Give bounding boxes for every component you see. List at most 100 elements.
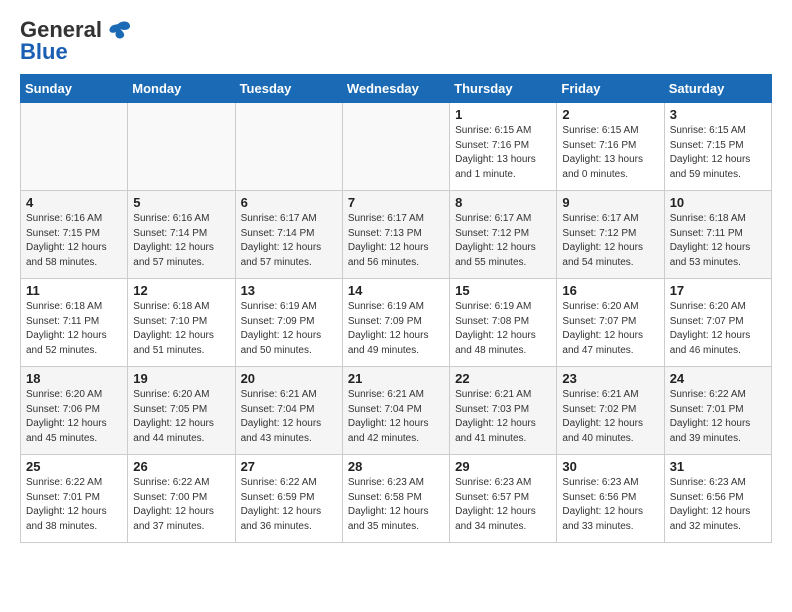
day-number: 27 (241, 459, 337, 474)
calendar-cell: 30 Sunrise: 6:23 AM Sunset: 6:56 PM Dayli… (557, 455, 664, 543)
calendar-cell: 23Sunrise: 6:21 AM Sunset: 7:02 PM Dayli… (557, 367, 664, 455)
day-info: Sunrise: 6:23 AM Sunset: 6:57 PM Dayligh… (455, 476, 551, 534)
day-number: 7 (348, 195, 444, 210)
day-info: Sunrise: 6:17 AM Sunset: 7:12 PM Dayligh… (455, 212, 551, 270)
calendar-cell: 27 Sunrise: 6:22 AM Sunset: 6:59 PM Dayli… (235, 455, 342, 543)
day-info: Sunrise: 6:17 AM Sunset: 7:12 PM Dayligh… (562, 212, 658, 270)
calendar-cell: 21 Sunrise: 6:21 AM Sunset: 7:04 PM Dayli… (342, 367, 449, 455)
day-number: 2 (562, 107, 658, 122)
calendar-cell: 5 Sunrise: 6:16 AM Sunset: 7:14 PM Daylig… (128, 191, 235, 279)
calendar-cell: 31Sunrise: 6:23 AM Sunset: 6:56 PM Dayli… (664, 455, 771, 543)
calendar-cell: 22 Sunrise: 6:21 AM Sunset: 7:03 PM Dayli… (450, 367, 557, 455)
calendar-cell: 29 Sunrise: 6:23 AM Sunset: 6:57 PM Dayli… (450, 455, 557, 543)
calendar-cell: 10 Sunrise: 6:18 AM Sunset: 7:11 PM Dayli… (664, 191, 771, 279)
calendar-cell: 24 Sunrise: 6:22 AM Sunset: 7:01 PM Dayli… (664, 367, 771, 455)
logo-bird-icon (104, 16, 132, 44)
calendar-cell: 6 Sunrise: 6:17 AM Sunset: 7:14 PM Daylig… (235, 191, 342, 279)
calendar-cell: 12 Sunrise: 6:18 AM Sunset: 7:10 PM Dayli… (128, 279, 235, 367)
calendar-cell: 26 Sunrise: 6:22 AM Sunset: 7:00 PM Dayli… (128, 455, 235, 543)
day-number: 22 (455, 371, 551, 386)
calendar-cell (128, 103, 235, 191)
col-header-saturday: Saturday (664, 75, 771, 103)
day-info: Sunrise: 6:22 AM Sunset: 7:01 PM Dayligh… (26, 476, 122, 534)
day-number: 1 (455, 107, 551, 122)
calendar-week-row: 18 Sunrise: 6:20 AM Sunset: 7:06 PM Dayli… (21, 367, 772, 455)
calendar-cell: 11 Sunrise: 6:18 AM Sunset: 7:11 PM Dayli… (21, 279, 128, 367)
day-info: Sunrise: 6:20 AM Sunset: 7:05 PM Dayligh… (133, 388, 229, 446)
col-header-monday: Monday (128, 75, 235, 103)
day-number: 4 (26, 195, 122, 210)
day-info: Sunrise: 6:23 AM Sunset: 6:58 PM Dayligh… (348, 476, 444, 534)
col-header-tuesday: Tuesday (235, 75, 342, 103)
calendar-cell: 13Sunrise: 6:19 AM Sunset: 7:09 PM Dayli… (235, 279, 342, 367)
calendar-body: 1 Sunrise: 6:15 AM Sunset: 7:16 PM Daylig… (21, 103, 772, 543)
calendar-cell: 14 Sunrise: 6:19 AM Sunset: 7:09 PM Dayli… (342, 279, 449, 367)
day-info: Sunrise: 6:16 AM Sunset: 7:15 PM Dayligh… (26, 212, 122, 270)
day-number: 24 (670, 371, 766, 386)
calendar-cell: 28 Sunrise: 6:23 AM Sunset: 6:58 PM Dayli… (342, 455, 449, 543)
day-info: Sunrise: 6:21 AM Sunset: 7:03 PM Dayligh… (455, 388, 551, 446)
calendar-week-row: 4 Sunrise: 6:16 AM Sunset: 7:15 PM Daylig… (21, 191, 772, 279)
calendar-header-row: SundayMondayTuesdayWednesdayThursdayFrid… (21, 75, 772, 103)
calendar-cell: 15Sunrise: 6:19 AM Sunset: 7:08 PM Dayli… (450, 279, 557, 367)
calendar-cell (21, 103, 128, 191)
logo: General Blue (20, 16, 132, 64)
calendar-cell: 8Sunrise: 6:17 AM Sunset: 7:12 PM Daylig… (450, 191, 557, 279)
day-info: Sunrise: 6:19 AM Sunset: 7:08 PM Dayligh… (455, 300, 551, 358)
page-header: General Blue (20, 16, 772, 64)
calendar-cell: 17 Sunrise: 6:20 AM Sunset: 7:07 PM Dayli… (664, 279, 771, 367)
day-number: 9 (562, 195, 658, 210)
calendar-week-row: 25 Sunrise: 6:22 AM Sunset: 7:01 PM Dayli… (21, 455, 772, 543)
day-info: Sunrise: 6:17 AM Sunset: 7:14 PM Dayligh… (241, 212, 337, 270)
day-info: Sunrise: 6:16 AM Sunset: 7:14 PM Dayligh… (133, 212, 229, 270)
day-number: 6 (241, 195, 337, 210)
day-number: 10 (670, 195, 766, 210)
day-number: 3 (670, 107, 766, 122)
calendar-cell: 16Sunrise: 6:20 AM Sunset: 7:07 PM Dayli… (557, 279, 664, 367)
calendar-cell (235, 103, 342, 191)
day-info: Sunrise: 6:20 AM Sunset: 7:06 PM Dayligh… (26, 388, 122, 446)
day-number: 18 (26, 371, 122, 386)
day-info: Sunrise: 6:21 AM Sunset: 7:04 PM Dayligh… (348, 388, 444, 446)
day-info: Sunrise: 6:19 AM Sunset: 7:09 PM Dayligh… (241, 300, 337, 358)
day-number: 17 (670, 283, 766, 298)
day-number: 5 (133, 195, 229, 210)
day-info: Sunrise: 6:20 AM Sunset: 7:07 PM Dayligh… (670, 300, 766, 358)
day-info: Sunrise: 6:18 AM Sunset: 7:11 PM Dayligh… (26, 300, 122, 358)
day-info: Sunrise: 6:15 AM Sunset: 7:16 PM Dayligh… (455, 124, 551, 182)
day-info: Sunrise: 6:22 AM Sunset: 6:59 PM Dayligh… (241, 476, 337, 534)
day-number: 29 (455, 459, 551, 474)
day-info: Sunrise: 6:15 AM Sunset: 7:16 PM Dayligh… (562, 124, 658, 182)
day-number: 11 (26, 283, 122, 298)
day-info: Sunrise: 6:19 AM Sunset: 7:09 PM Dayligh… (348, 300, 444, 358)
day-number: 16 (562, 283, 658, 298)
day-info: Sunrise: 6:23 AM Sunset: 6:56 PM Dayligh… (562, 476, 658, 534)
day-info: Sunrise: 6:22 AM Sunset: 7:01 PM Dayligh… (670, 388, 766, 446)
day-info: Sunrise: 6:17 AM Sunset: 7:13 PM Dayligh… (348, 212, 444, 270)
calendar-cell: 4 Sunrise: 6:16 AM Sunset: 7:15 PM Daylig… (21, 191, 128, 279)
calendar-cell: 20Sunrise: 6:21 AM Sunset: 7:04 PM Dayli… (235, 367, 342, 455)
day-number: 28 (348, 459, 444, 474)
day-info: Sunrise: 6:23 AM Sunset: 6:56 PM Dayligh… (670, 476, 766, 534)
col-header-sunday: Sunday (21, 75, 128, 103)
day-number: 21 (348, 371, 444, 386)
calendar-week-row: 1 Sunrise: 6:15 AM Sunset: 7:16 PM Daylig… (21, 103, 772, 191)
calendar-page: General Blue SundayMondayTuesdayWednesda… (0, 0, 792, 553)
day-number: 20 (241, 371, 337, 386)
calendar-cell: 7 Sunrise: 6:17 AM Sunset: 7:13 PM Daylig… (342, 191, 449, 279)
calendar-cell: 9 Sunrise: 6:17 AM Sunset: 7:12 PM Daylig… (557, 191, 664, 279)
day-number: 14 (348, 283, 444, 298)
calendar-week-row: 11 Sunrise: 6:18 AM Sunset: 7:11 PM Dayli… (21, 279, 772, 367)
calendar-cell: 19Sunrise: 6:20 AM Sunset: 7:05 PM Dayli… (128, 367, 235, 455)
day-number: 30 (562, 459, 658, 474)
day-number: 25 (26, 459, 122, 474)
day-number: 26 (133, 459, 229, 474)
calendar-cell: 25 Sunrise: 6:22 AM Sunset: 7:01 PM Dayli… (21, 455, 128, 543)
calendar-cell (342, 103, 449, 191)
day-info: Sunrise: 6:22 AM Sunset: 7:00 PM Dayligh… (133, 476, 229, 534)
day-number: 12 (133, 283, 229, 298)
day-info: Sunrise: 6:18 AM Sunset: 7:11 PM Dayligh… (670, 212, 766, 270)
day-info: Sunrise: 6:18 AM Sunset: 7:10 PM Dayligh… (133, 300, 229, 358)
day-info: Sunrise: 6:21 AM Sunset: 7:02 PM Dayligh… (562, 388, 658, 446)
calendar-cell: 3Sunrise: 6:15 AM Sunset: 7:15 PM Daylig… (664, 103, 771, 191)
